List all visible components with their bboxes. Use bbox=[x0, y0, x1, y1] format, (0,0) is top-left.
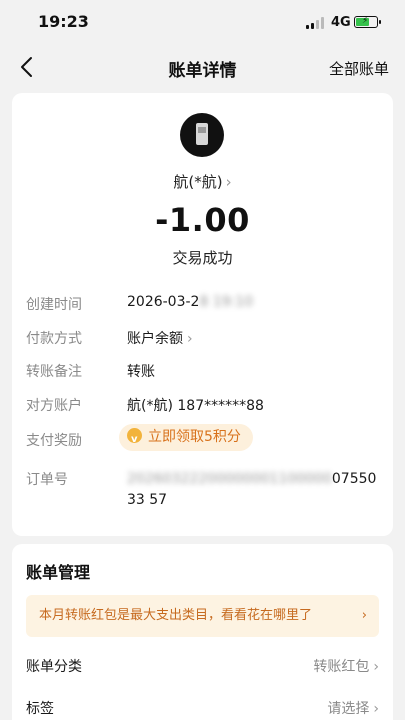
row-value: 请选择 bbox=[327, 701, 370, 717]
payee-name: 航(*航) bbox=[173, 173, 223, 191]
detail-row-payment-reward: 支付奖励 立即领取5积分 bbox=[26, 424, 381, 454]
avatar[interactable] bbox=[180, 113, 224, 157]
claim-points-label: 立即领取5积分 bbox=[148, 429, 241, 445]
detail-row-payment-method[interactable]: 付款方式 账户余额 › bbox=[26, 328, 381, 352]
row-label: 账单分类 bbox=[26, 659, 82, 675]
blurred-text: 20260322200000001100000 bbox=[127, 471, 332, 487]
status-bar: 19:23 4G ⚡ bbox=[0, 0, 405, 44]
detail-row-created-time: 创建时间 2026-03-28 19:10 bbox=[26, 294, 381, 318]
section-title: 账单管理 bbox=[26, 563, 91, 582]
detail-label: 对方账户 bbox=[26, 398, 82, 414]
claim-points-button[interactable]: 立即领取5积分 bbox=[119, 424, 253, 453]
detail-row-counterparty-account: 对方账户 航(*航) 187******88 bbox=[26, 395, 381, 419]
detail-row-order-number: 订单号 202603222000000011000000755033 57 bbox=[26, 469, 381, 513]
detail-label: 订单号 bbox=[26, 472, 68, 488]
all-bills-link[interactable]: 全部账单 bbox=[329, 58, 389, 79]
bill-detail-card: 航(*航) › -1.00 交易成功 创建时间 2026-03-28 19:10 … bbox=[12, 93, 393, 536]
counterparty-account-value: 航(*航) 187******88 bbox=[127, 398, 264, 414]
banner-text: 本月转账红包是最大支出类目，看看花在哪里了 bbox=[39, 608, 313, 623]
signal-icon bbox=[306, 17, 326, 29]
chevron-right-icon: › bbox=[373, 701, 379, 717]
bill-management-card: 账单管理 本月转账红包是最大支出类目，看看花在哪里了 › 账单分类 转账红包 › … bbox=[12, 544, 393, 720]
chevron-right-icon: › bbox=[187, 331, 193, 347]
chevron-right-icon: › bbox=[373, 659, 379, 675]
created-time-value: 2026-03-2 bbox=[127, 294, 200, 310]
chevron-right-icon: › bbox=[225, 173, 232, 191]
network-label: 4G bbox=[331, 15, 351, 30]
bill-category-row[interactable]: 账单分类 转账红包 › bbox=[26, 656, 379, 680]
battery-icon: ⚡ bbox=[354, 16, 381, 28]
spending-insight-banner[interactable]: 本月转账红包是最大支出类目，看看花在哪里了 › bbox=[26, 595, 379, 637]
detail-label: 付款方式 bbox=[26, 331, 82, 347]
amount: -1.00 bbox=[155, 201, 250, 239]
transfer-note-value: 转账 bbox=[127, 364, 155, 380]
detail-row-transfer-note: 转账备注 转账 bbox=[26, 361, 381, 385]
coin-icon bbox=[127, 426, 142, 453]
tag-row[interactable]: 标签 请选择 › bbox=[26, 698, 379, 720]
detail-label: 创建时间 bbox=[26, 297, 82, 313]
nav-bar: 账单详情 全部账单 bbox=[0, 44, 405, 90]
detail-label: 转账备注 bbox=[26, 364, 82, 380]
transaction-status: 交易成功 bbox=[172, 249, 233, 267]
status-time: 19:23 bbox=[38, 12, 89, 31]
blurred-text: 8 19:10 bbox=[199, 294, 254, 310]
payment-method-value: 账户余额 bbox=[127, 331, 183, 347]
detail-label: 支付奖励 bbox=[26, 433, 82, 449]
row-label: 标签 bbox=[26, 701, 54, 717]
payee-link[interactable]: 航(*航) › bbox=[12, 171, 393, 192]
chevron-right-icon: › bbox=[361, 608, 367, 623]
row-value: 转账红包 bbox=[313, 659, 370, 675]
